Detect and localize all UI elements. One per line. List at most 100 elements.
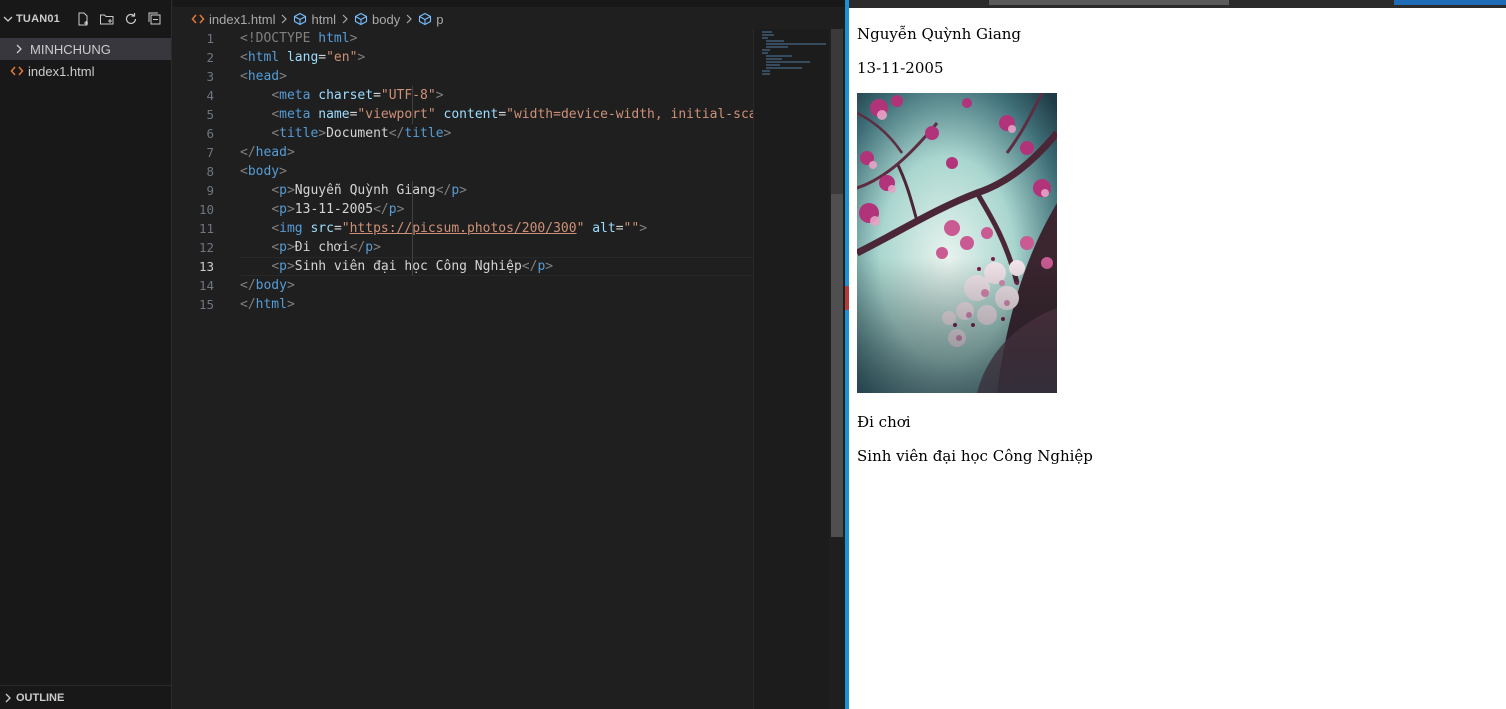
code-token: = <box>318 50 327 65</box>
tree-item-label: index1.html <box>28 63 95 79</box>
code-line[interactable]: 8 < body > <box>173 162 753 181</box>
code-token: img <box>279 221 303 236</box>
code-token: </ <box>521 259 538 274</box>
breadcrumb: index1.html html body p <box>173 7 845 31</box>
code-token: > <box>279 69 287 84</box>
code-line[interactable]: 10 < p >13-11-2005 </p > <box>173 200 753 219</box>
browser-top-strip <box>849 0 1506 8</box>
browser-preview: Nguyễn Quỳnh Giang 13-11-2005 Đi chơi Si… <box>849 8 1506 709</box>
code-token: > <box>286 202 295 217</box>
code-token: < <box>271 88 280 103</box>
scrollbar-thumb[interactable] <box>831 194 843 537</box>
code-token: > <box>286 278 295 293</box>
code-token: > <box>286 297 295 312</box>
tree-item-index1-html[interactable]: index1.html <box>0 60 171 82</box>
new-folder-icon[interactable] <box>99 11 115 27</box>
line-number: 10 <box>198 202 214 217</box>
code-line[interactable]: 9 < p > Nguyễn Quỳnh Giang </p > <box>173 181 753 200</box>
code-line[interactable]: 15 </html > <box>173 295 753 314</box>
code-text[interactable]: < meta charset = "UTF-8" > <box>240 88 753 103</box>
code-token: src <box>310 221 334 236</box>
new-file-icon[interactable] <box>75 11 91 27</box>
code-line[interactable]: 14 </body > <box>173 276 753 295</box>
chevron-right-icon <box>279 14 289 24</box>
code-line[interactable]: 11 < img src = " https://picsum.photos/200/3… <box>173 219 753 238</box>
code-line[interactable]: 4 < meta charset = "UTF-8" > <box>173 86 753 105</box>
code-text[interactable]: </body > <box>240 278 753 293</box>
code-token: > <box>349 31 358 46</box>
line-number: 7 <box>206 145 214 160</box>
code-line[interactable]: 13 < p > Sinh viên đại học Công Nghiệp </p > <box>173 257 755 276</box>
breadcrumb-label: html <box>311 11 337 27</box>
browser-tab[interactable] <box>989 0 1229 5</box>
code-line[interactable]: 3 < head > <box>173 67 753 86</box>
code-text[interactable]: < p > Đi chơi </p > <box>240 240 753 255</box>
code-token: </ <box>388 126 405 141</box>
code-token: Đi chơi <box>294 240 350 255</box>
code-token: </ <box>373 202 389 217</box>
outline-section-header[interactable]: OUTLINE <box>0 685 171 709</box>
line-number: 8 <box>206 164 214 179</box>
code-token: html <box>255 297 287 312</box>
code-token: = <box>333 221 342 236</box>
code-line[interactable]: 5 < meta name = "viewport" content = "width=d… <box>173 105 753 124</box>
code-token: " <box>341 221 350 236</box>
code-token: < <box>271 240 280 255</box>
line-number: 4 <box>206 88 214 103</box>
code-text[interactable]: < p > Nguyễn Quỳnh Giang </p > <box>240 183 753 198</box>
code-text[interactable]: </html > <box>240 297 753 312</box>
code-line[interactable]: 12 < p > Đi chơi </p > <box>173 238 753 257</box>
code-token: p <box>279 183 287 198</box>
code-token: </ <box>240 145 256 160</box>
code-token: head <box>247 69 280 84</box>
code-token: meta <box>279 107 311 122</box>
code-text[interactable]: < p >13-11-2005 </p > <box>240 202 753 217</box>
code-text[interactable]: < html lang = "en" > <box>240 50 753 65</box>
tree-item-minhchung[interactable]: MINHCHUNG <box>0 38 171 60</box>
line-number: 15 <box>198 297 214 312</box>
code-token: "" <box>623 221 640 236</box>
code-token: < <box>271 107 280 122</box>
code-token: head <box>255 145 287 160</box>
symbol-element-icon <box>354 12 368 26</box>
code-token: Nguyễn Quỳnh Giang <box>294 183 436 198</box>
breadcrumb-file[interactable]: index1.html <box>191 12 275 27</box>
breadcrumb-html[interactable]: html <box>293 12 336 27</box>
code-text[interactable]: < title > Document </title > <box>240 126 753 141</box>
vertical-scrollbar[interactable] <box>829 29 845 709</box>
line-number: 3 <box>206 69 214 84</box>
breadcrumb-label: p <box>436 11 444 27</box>
code-token: < <box>240 69 248 84</box>
code-text[interactable]: < head > <box>240 69 753 84</box>
code-token: "en" <box>326 50 358 65</box>
code-text[interactable]: </head > <box>240 145 753 160</box>
outline-label: OUTLINE <box>16 691 65 704</box>
folder-header[interactable]: TUAN01 <box>0 0 171 38</box>
collapse-all-icon[interactable] <box>147 11 163 27</box>
code-editor[interactable]: index1.html html body p 1 <!DOCTYPE html >… <box>173 0 845 709</box>
code-line[interactable]: 6 < title > Document </title > <box>173 124 753 143</box>
code-line[interactable]: 2 < html lang = "en" > <box>173 48 753 67</box>
symbol-element-icon <box>418 12 432 26</box>
code-text[interactable]: < img src = " https://picsum.photos/200/300 "… <box>240 221 753 236</box>
code-token: > <box>279 164 287 179</box>
code-lines[interactable]: 1 <!DOCTYPE html >2 < html lang = "en" >3 < head >… <box>173 29 755 314</box>
minimap[interactable] <box>753 29 829 709</box>
code-token: < <box>240 164 248 179</box>
code-line[interactable]: 1 <!DOCTYPE html > <box>173 29 753 48</box>
chevron-right-icon <box>340 14 350 24</box>
code-text[interactable]: < p > Sinh viên đại học Công Nghiệp </p > <box>240 259 753 274</box>
breadcrumb-body[interactable]: body <box>354 12 400 27</box>
code-text[interactable]: <!DOCTYPE html > <box>240 31 753 46</box>
code-token: html <box>247 50 280 65</box>
refresh-icon[interactable] <box>123 11 139 27</box>
code-token: Document <box>326 126 389 141</box>
code-text[interactable]: < meta name = "viewport" content = "width=dev… <box>240 107 753 122</box>
code-line[interactable]: 7 </head > <box>173 143 753 162</box>
code-text[interactable]: < body > <box>240 164 753 179</box>
breadcrumb-p[interactable]: p <box>418 12 443 27</box>
